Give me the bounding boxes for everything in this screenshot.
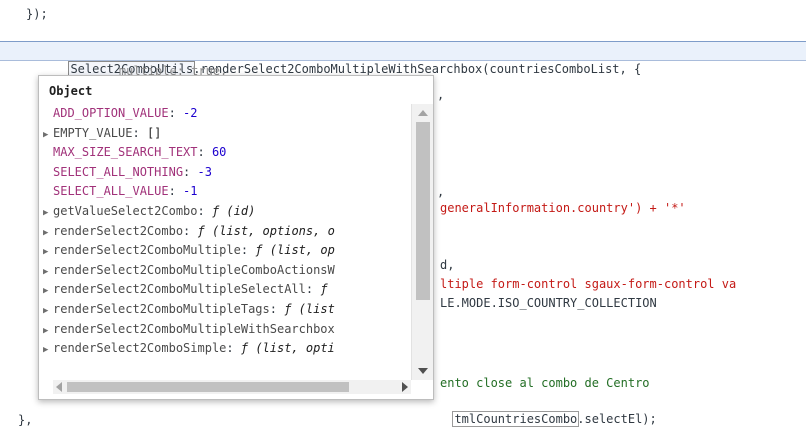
property-row[interactable]: ▶ renderSelect2ComboMultipleWithSearchbox: [39, 320, 405, 339]
code-line-render-call: Select2ComboUtils.renderSelect2ComboMult…: [56, 42, 641, 77]
property-name: getValueSelect2Combo: [53, 204, 198, 218]
no-expand-spacer: [43, 184, 53, 201]
property-value: 60: [211, 145, 227, 160]
no-expand-spacer: [43, 106, 53, 123]
property-row[interactable]: ▶ renderSelect2ComboMultipleComboActionsW: [39, 261, 405, 280]
vertical-scroll-thumb[interactable]: [416, 122, 430, 300]
function-glyph: ƒ: [320, 282, 328, 297]
select-el-rest: .selectEl);: [577, 412, 657, 426]
property-value: -2: [183, 106, 198, 120]
function-glyph: ƒ: [255, 243, 263, 258]
property-name: renderSelect2ComboMultipleComboActionsW: [53, 262, 335, 277]
property-value: -1: [183, 184, 198, 199]
expand-triangle-icon[interactable]: ▶: [43, 322, 53, 339]
property-value: -3: [197, 164, 212, 179]
matched-identifier: tmlCountriesCombo: [452, 411, 580, 427]
property-name: renderSelect2ComboMultiple: [53, 243, 241, 258]
code-line-mode: LE.MODE.ISO_COUNTRY_COLLECTION: [440, 296, 657, 310]
property-row[interactable]: ADD_OPTION_VALUE: -2: [39, 104, 405, 123]
property-colon: :: [269, 302, 285, 316]
code-line-select-el: tmlCountriesCombo.selectEl);: [440, 392, 657, 427]
property-row[interactable]: SELECT_ALL_NOTHING: -3: [39, 163, 405, 182]
popup-title: Object: [49, 84, 93, 98]
property-colon: :: [132, 125, 147, 140]
property-name: SELECT_ALL_NOTHING: [53, 164, 184, 179]
property-name: ADD_OPTION_VALUE: [53, 106, 169, 120]
no-expand-spacer: [43, 165, 53, 182]
expand-triangle-icon[interactable]: ▶: [43, 282, 53, 299]
property-value: (id): [226, 204, 256, 218]
property-row[interactable]: ▶ renderSelect2ComboMultipleTags: ƒ (list: [39, 300, 405, 319]
property-value: (list: [298, 302, 335, 316]
code-line-closing-brace: },: [18, 413, 33, 427]
expand-triangle-icon[interactable]: ▶: [43, 204, 53, 221]
property-row[interactable]: ▶ renderSelect2Combo: ƒ (list, options, o: [39, 222, 405, 241]
property-colon: :: [183, 164, 198, 179]
object-inspector-popup[interactable]: Object ADD_OPTION_VALUE: -2 ▶ EMPTY_VALUE:…: [38, 75, 434, 400]
property-name: SELECT_ALL_VALUE: [53, 184, 169, 199]
expand-triangle-icon[interactable]: ▶: [43, 224, 53, 241]
property-value: (list, opti: [255, 341, 335, 356]
code-line-d: d,: [440, 258, 455, 272]
property-colon: :: [168, 184, 184, 199]
property-row[interactable]: ▶ renderSelect2ComboMultiple: ƒ (list, op: [39, 241, 405, 260]
property-row[interactable]: ▶ renderSelect2ComboMultipleSelectAll: ƒ: [39, 280, 405, 299]
code-line-close: });: [26, 7, 48, 21]
property-name: renderSelect2Combo: [53, 223, 184, 238]
scroll-down-arrow-icon[interactable]: [418, 368, 428, 374]
property-row[interactable]: ▶ EMPTY_VALUE: []: [39, 124, 405, 143]
property-value: []: [146, 125, 162, 140]
property-value: (list, options, o: [211, 223, 335, 238]
code-line-comment: ento close al combo de Centro: [440, 376, 650, 390]
horizontal-scroll-thumb[interactable]: [67, 382, 349, 392]
property-name: renderSelect2ComboMultipleTags: [53, 302, 270, 316]
render-call-rest: .renderSelect2ComboMultipleWithSearchbox…: [193, 62, 642, 76]
function-glyph: ƒ: [197, 223, 205, 238]
vertical-scrollbar[interactable]: [411, 104, 433, 380]
code-line-comma-1: ,: [437, 88, 445, 102]
property-colon: :: [197, 204, 212, 218]
property-colon: :: [240, 243, 256, 258]
property-colon: :: [183, 223, 198, 238]
property-name: renderSelect2ComboMultipleSelectAll: [53, 282, 306, 297]
expand-triangle-icon[interactable]: ▶: [43, 126, 53, 143]
property-name: EMPTY_VALUE: [53, 125, 133, 140]
expand-triangle-icon[interactable]: ▶: [43, 243, 53, 260]
horizontal-scrollbar[interactable]: [53, 380, 411, 394]
scroll-left-arrow-icon[interactable]: [56, 382, 62, 392]
property-value: (list, op: [269, 243, 335, 258]
property-name: MAX_SIZE_SEARCH_TEXT: [53, 145, 198, 160]
expand-triangle-icon[interactable]: ▶: [43, 341, 53, 358]
property-row[interactable]: ▶ getValueSelect2Combo: ƒ (id): [39, 202, 405, 221]
scroll-up-arrow-icon[interactable]: [418, 110, 428, 116]
expand-triangle-icon[interactable]: ▶: [43, 302, 53, 319]
property-colon: :: [168, 106, 184, 120]
code-line-css-class: ltiple form-control sgaux-form-control v…: [440, 277, 737, 291]
property-colon: :: [197, 145, 212, 160]
property-colon: :: [305, 282, 321, 297]
property-list[interactable]: ADD_OPTION_VALUE: -2 ▶ EMPTY_VALUE: [] MAX…: [39, 104, 405, 380]
scroll-right-arrow-icon[interactable]: [402, 382, 408, 392]
property-name: renderSelect2ComboMultipleWithSearchbox: [53, 321, 335, 336]
property-colon: :: [226, 341, 241, 356]
no-expand-spacer: [43, 145, 53, 162]
property-row[interactable]: SELECT_ALL_VALUE: -1: [39, 182, 405, 201]
function-glyph: ƒ: [240, 341, 249, 356]
property-row[interactable]: ▶ renderSelect2ComboSimple: ƒ (list, opti: [39, 339, 405, 358]
property-row[interactable]: MAX_SIZE_SEARCH_TEXT: 60: [39, 143, 405, 162]
property-name: renderSelect2ComboSimple: [53, 341, 227, 356]
code-line-country-label: generalInformation.country') + '*': [440, 201, 686, 215]
expand-triangle-icon[interactable]: ▶: [43, 263, 53, 280]
